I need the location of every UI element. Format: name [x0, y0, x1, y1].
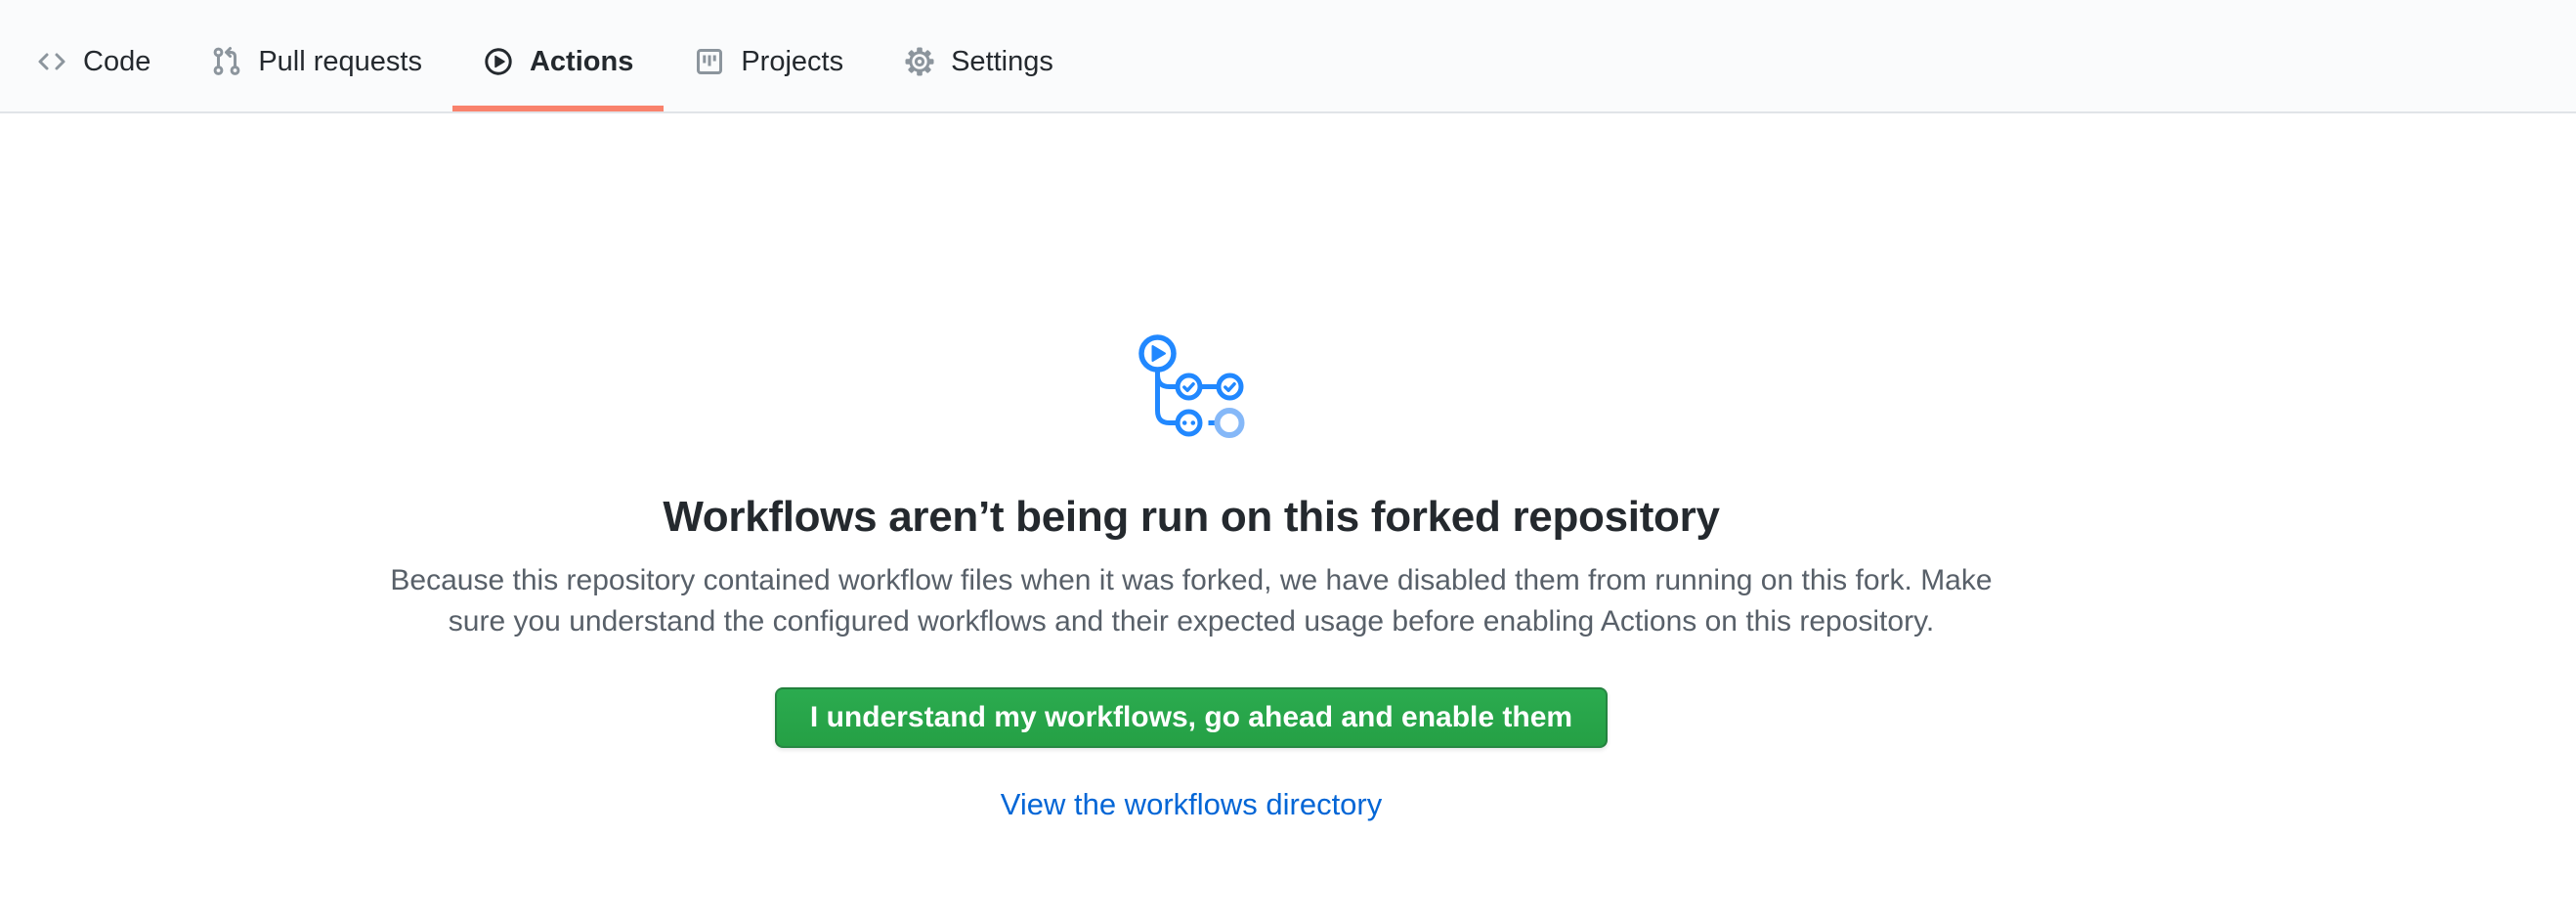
gear-icon [904, 46, 935, 77]
play-icon [483, 46, 514, 77]
tab-pull-requests[interactable]: Pull requests [181, 0, 452, 111]
actions-disabled-blankslate: Workflows aren’t being run on this forke… [0, 113, 2383, 822]
code-icon [36, 46, 67, 77]
tab-label: Pull requests [258, 48, 422, 76]
enable-button-row: I understand my workflows, go ahead and … [0, 642, 2383, 748]
git-pull-request-icon [211, 46, 242, 77]
repo-tab-nav: Code Pull requests Actions [0, 0, 2576, 113]
tab-label: Code [83, 48, 150, 76]
tab-label: Actions [530, 48, 633, 76]
blankslate-heading: Workflows aren’t being run on this forke… [0, 490, 2383, 545]
tab-code[interactable]: Code [6, 0, 181, 111]
workflow-graph-icon [1138, 334, 1245, 440]
project-icon [694, 46, 725, 77]
workflows-link-row: View the workflows directory [0, 787, 2383, 822]
tab-label: Settings [951, 48, 1053, 76]
tab-settings[interactable]: Settings [874, 0, 1084, 111]
tab-label: Projects [741, 48, 843, 76]
view-workflows-directory-link[interactable]: View the workflows directory [1001, 787, 1383, 821]
blankslate-description: Because this repository contained workfl… [370, 560, 2012, 642]
active-tab-indicator [452, 106, 664, 111]
tab-actions[interactable]: Actions [452, 0, 664, 111]
tab-projects[interactable]: Projects [664, 0, 874, 111]
enable-workflows-button[interactable]: I understand my workflows, go ahead and … [775, 687, 1608, 748]
